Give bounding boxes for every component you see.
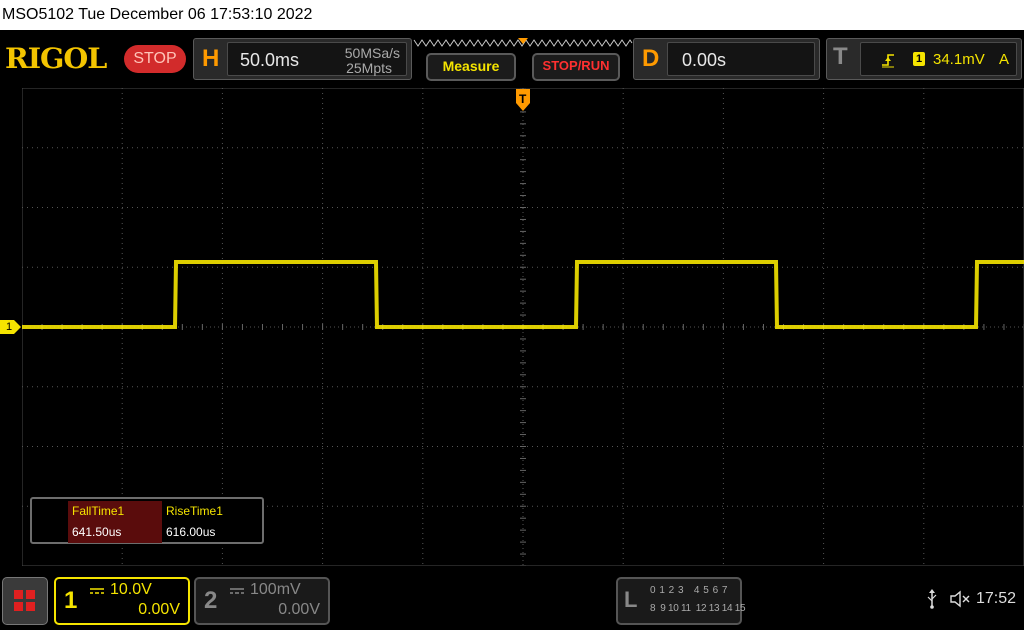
trigger-source-badge: 1 xyxy=(913,52,925,66)
rigol-logo: RIGOL xyxy=(5,42,107,75)
channel1-offset: 0.00V xyxy=(138,601,180,618)
title-bar: MSO5102 Tue December 06 17:53:10 2022 xyxy=(0,0,1024,30)
logic-channels-row1: 0 1 2 3 4 5 6 7 xyxy=(650,585,728,596)
trigger-position-letter: T xyxy=(519,92,527,106)
logic-label: L xyxy=(624,587,638,612)
usb-icon xyxy=(927,589,937,609)
channel2-panel[interactable]: 2 100mV 0.00V xyxy=(194,577,330,625)
delay-label: D xyxy=(642,45,660,72)
menu-grid-icon xyxy=(14,590,35,611)
trigger-edge-icon xyxy=(882,54,894,68)
timebase-value: 50.0ms xyxy=(240,50,300,70)
trigger-panel[interactable]: T 1 34.1mV A xyxy=(826,38,1022,80)
clock-time: 17:52 xyxy=(976,590,1017,607)
trigger-mode: A xyxy=(999,51,1010,68)
horizontal-panel[interactable]: H 50.0ms 50MSa/s 25Mpts xyxy=(193,38,412,80)
stop-run-button[interactable]: STOP/RUN xyxy=(532,53,620,81)
measurement-header-fall: FallTime1 xyxy=(68,501,162,522)
memory-depth: 25Mpts xyxy=(346,60,392,76)
delay-panel[interactable]: D 0.00s xyxy=(633,38,820,80)
timebase-display: 50.0ms 50MSa/s 25Mpts xyxy=(227,42,407,76)
trigger-display: 1 34.1mV A xyxy=(860,42,1017,76)
sample-rate: 50MSa/s xyxy=(344,45,400,61)
channel1-dc-coupling-icon xyxy=(90,588,104,594)
measurement-value-fall: 641.50us xyxy=(68,522,162,543)
channel1-scale: 10.0V xyxy=(110,581,152,598)
horizontal-label: H xyxy=(202,45,220,72)
logic-panel[interactable]: L 0 1 2 3 4 5 6 7 8 9 10 11 12 13 14 15 xyxy=(616,577,746,625)
channel2-dc-coupling-icon xyxy=(230,588,244,594)
trigger-label: T xyxy=(833,43,848,70)
logic-channels-row2: 8 9 10 11 12 13 14 15 xyxy=(650,603,746,614)
channel2-number: 2 xyxy=(204,587,218,614)
run-state-badge[interactable]: STOP xyxy=(124,45,186,73)
channel1-number: 1 xyxy=(64,587,78,614)
measure-button[interactable]: Measure xyxy=(426,53,516,81)
main-menu-button[interactable] xyxy=(2,577,48,625)
measurement-header-rise: RiseTime1 xyxy=(166,504,223,518)
waveform-display[interactable] xyxy=(22,88,1024,566)
channel2-scale: 100mV xyxy=(250,581,301,598)
delay-display: 0.00s xyxy=(667,42,815,76)
channel1-panel[interactable]: 1 10.0V 0.00V xyxy=(54,577,190,625)
channel2-offset: 0.00V xyxy=(278,601,320,618)
channel1-marker-label: 1 xyxy=(6,321,13,333)
measurement-panel[interactable]: FallTime1 RiseTime1 641.50us 616.00us xyxy=(30,497,264,544)
speaker-muted-icon[interactable] xyxy=(950,590,972,608)
measurement-value-rise: 616.00us xyxy=(166,525,216,539)
memory-position-strip[interactable] xyxy=(412,36,634,50)
delay-value: 0.00s xyxy=(682,50,727,70)
trigger-level: 34.1mV xyxy=(933,51,985,68)
